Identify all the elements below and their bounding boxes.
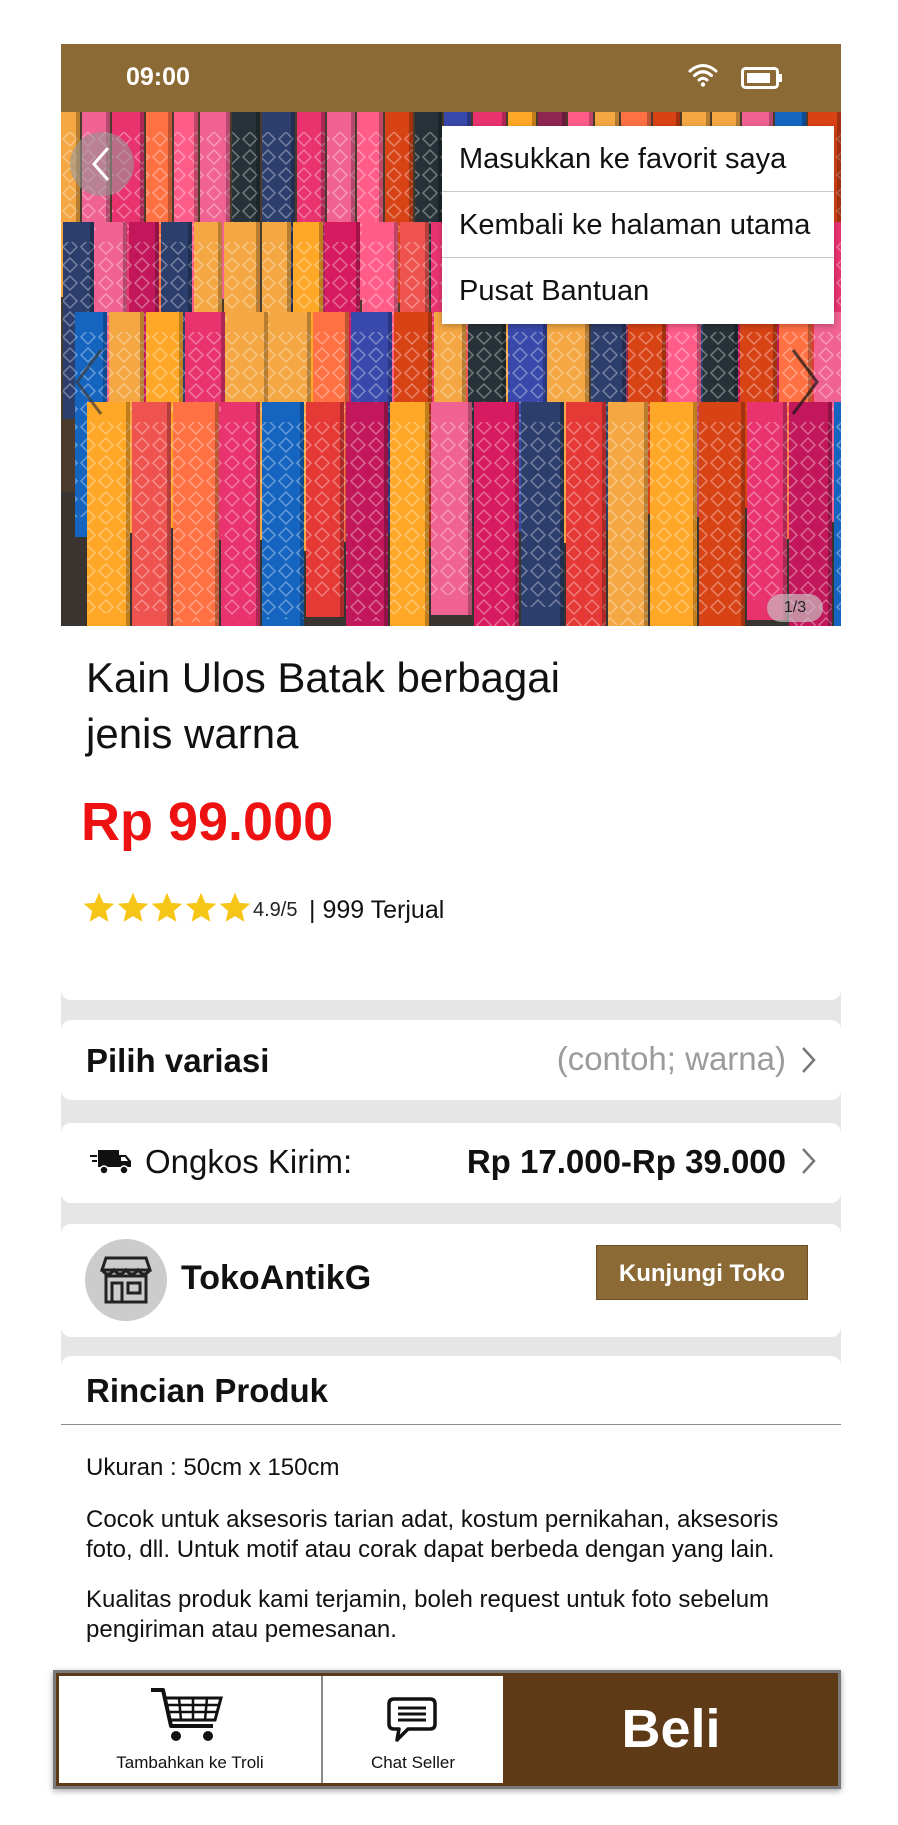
star-icon bbox=[117, 892, 149, 922]
detail-paragraph: Cocok untuk aksesoris tarian adat, kostu… bbox=[86, 1506, 779, 1563]
star-icon bbox=[219, 892, 251, 922]
overflow-menu: Masukkan ke favorit saya Kembali ke hala… bbox=[442, 126, 834, 324]
chat-label: Chat Seller bbox=[370, 1753, 456, 1772]
rating-stars bbox=[81, 890, 251, 926]
chevron-left-icon bbox=[92, 147, 110, 181]
next-image-icon[interactable] bbox=[785, 342, 825, 422]
store-icon bbox=[100, 1256, 152, 1304]
previous-image-icon[interactable] bbox=[69, 342, 109, 422]
detail-size: Ukuran : 50cm x 150cm bbox=[86, 1454, 340, 1481]
cart-label: Tambahkan ke Troli bbox=[116, 1753, 264, 1772]
details-title: Rincian Produk bbox=[86, 1372, 329, 1409]
visit-store-button[interactable]: Kunjungi Toko bbox=[596, 1245, 808, 1300]
product-info-card: Kain Ulos Batak berbagai jenis warna Rp … bbox=[61, 626, 841, 1000]
battery-icon bbox=[741, 67, 782, 89]
menu-item-home[interactable]: Kembali ke halaman utama bbox=[442, 192, 834, 258]
rating-score: 4.9/5 bbox=[253, 899, 298, 921]
star-icon bbox=[83, 892, 115, 922]
store-name[interactable]: TokoAntikG bbox=[181, 1259, 371, 1298]
details-divider bbox=[61, 1424, 841, 1425]
status-bar: 09:00 bbox=[61, 44, 841, 112]
star-icon bbox=[151, 892, 183, 922]
phone-screen: 09:00 1/3 Masukkan ke favorit saya Kemba… bbox=[61, 44, 841, 1799]
detail-paragraph: Kualitas produk kami terjamin, boleh req… bbox=[86, 1586, 770, 1643]
wifi-icon bbox=[688, 64, 718, 87]
shipping-cost: Rp 17.000-Rp 39.000 bbox=[466, 1143, 786, 1180]
menu-item-help[interactable]: Pusat Bantuan bbox=[442, 258, 834, 324]
variation-selector[interactable]: Pilih variasi (contoh; warna) bbox=[61, 1020, 841, 1100]
store-avatar[interactable] bbox=[85, 1239, 167, 1321]
bottom-action-bar: Tambahkan ke Troli Chat Seller Beli bbox=[53, 1670, 841, 1789]
shipping-row[interactable]: Ongkos Kirim: Rp 17.000-Rp 39.000 bbox=[61, 1123, 841, 1203]
product-title: Kain Ulos Batak berbagai jenis warna bbox=[86, 654, 560, 757]
chat-seller-button[interactable]: Chat Seller bbox=[321, 1676, 503, 1783]
variation-label: Pilih variasi bbox=[86, 1042, 270, 1079]
star-icon bbox=[185, 892, 217, 922]
chevron-right-icon bbox=[802, 1047, 816, 1073]
chat-icon bbox=[387, 1697, 437, 1742]
back-button[interactable] bbox=[70, 132, 134, 196]
chevron-right-icon bbox=[802, 1148, 816, 1174]
menu-item-favorite[interactable]: Masukkan ke favorit saya bbox=[442, 126, 834, 192]
store-card: TokoAntikG Kunjungi Toko bbox=[61, 1224, 841, 1337]
truck-icon bbox=[90, 1150, 131, 1175]
cart-icon bbox=[151, 1688, 223, 1741]
variation-hint: (contoh; warna) bbox=[556, 1040, 786, 1077]
buy-button[interactable]: Beli bbox=[504, 1673, 838, 1786]
sold-count: | 999 Terjual bbox=[309, 896, 445, 924]
product-price: Rp 99.000 bbox=[81, 792, 334, 852]
status-time: 09:00 bbox=[126, 63, 190, 91]
image-counter: 1/3 bbox=[767, 594, 823, 622]
add-to-cart-button[interactable]: Tambahkan ke Troli bbox=[59, 1676, 321, 1783]
shipping-label: Ongkos Kirim: bbox=[145, 1143, 353, 1180]
